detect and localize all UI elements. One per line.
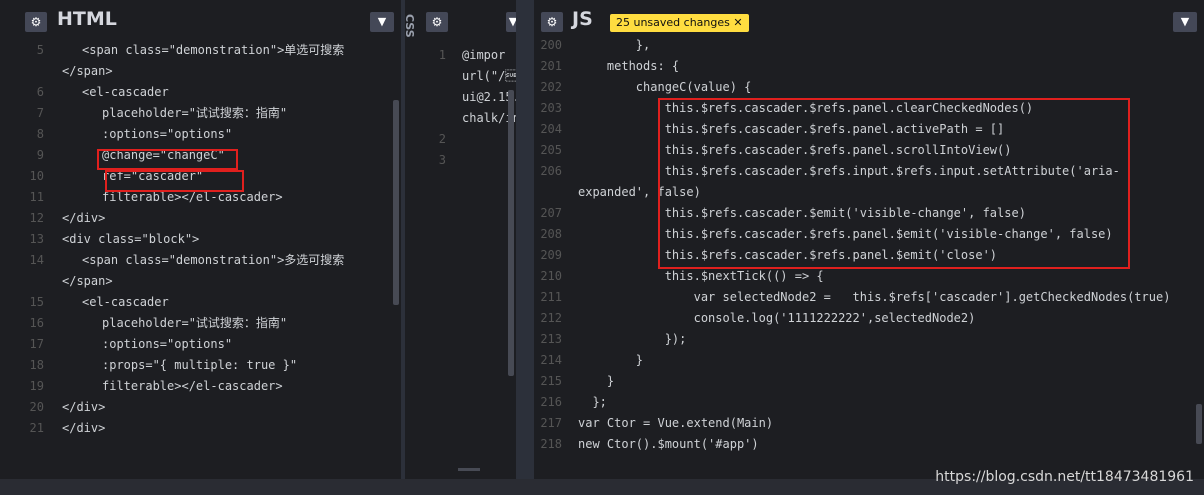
code-line[interactable]: :options="options" [102,124,232,145]
css-collapse-chevron-down-icon[interactable]: ▼ [506,12,516,32]
html-collapse-chevron-down-icon[interactable]: ▼ [370,12,394,32]
code-line[interactable]: url("/ [462,66,516,87]
code-line[interactable]: var Ctor = Vue.extend(Main) [578,413,773,434]
js-scrollbar[interactable] [1196,404,1202,444]
line-number: 11 [29,190,44,204]
line-number: 1 [438,48,446,62]
code-line[interactable]: changeC(value) { [578,77,752,98]
css-panel-header: ⚙ ▼ [418,0,516,40]
line-number: 3 [438,153,446,167]
line-number: 207 [540,206,562,220]
code-line[interactable]: <el-cascader [82,292,169,313]
line-number: 209 [540,248,562,262]
code-line[interactable]: }, [578,35,650,56]
js-panel-title: JS [572,8,593,30]
code-line[interactable]: <div class="block"> [62,229,199,250]
line-number: 19 [29,379,44,393]
code-line[interactable]: :props="{ multiple: true }" [102,355,297,376]
line-number: 210 [540,269,562,283]
code-line[interactable]: </div> [62,208,105,229]
line-number: 17 [29,337,44,351]
css-settings-gear-icon[interactable]: ⚙ [426,12,448,32]
code-line[interactable]: placeholder="试试搜索：指南" [102,103,287,124]
code-line[interactable]: }; [578,392,606,413]
js-collapse-chevron-down-icon[interactable]: ▼ [1173,12,1197,32]
line-number: 6 [36,85,44,99]
line-number: 217 [540,416,562,430]
code-line[interactable]: @impor [462,45,505,66]
css-vertical-label: CSS [403,14,416,38]
line-number: 200 [540,38,562,52]
code-line[interactable]: new Ctor().$mount('#app') [578,434,759,455]
code-line[interactable]: methods: { [578,56,679,77]
line-number: 9 [36,148,44,162]
css-editor-panel: ⚙ ▼ 1 @impor url("/ ui@2.15. chalk/in 2 3 [418,0,516,479]
code-line[interactable]: </div> [62,418,105,439]
line-number: 216 [540,395,562,409]
code-line[interactable]: placeholder="试试搜索：指南" [102,313,287,334]
line-number: 14 [29,253,44,267]
line-number: 5 [36,43,44,57]
code-line[interactable]: <span class="demonstration">多选可搜索 [82,250,344,271]
line-number: 211 [540,290,562,304]
js-settings-gear-icon[interactable]: ⚙ [541,12,563,32]
panel-divider-1[interactable] [401,0,405,495]
unsaved-changes-badge[interactable]: 25 unsaved changes ✕ [610,14,749,32]
code-line[interactable]: </span> [62,61,113,82]
code-line[interactable]: console.log('1111222222',selectedNode2) [578,308,976,329]
line-number: 201 [540,59,562,73]
line-number: 214 [540,353,562,367]
code-line[interactable]: <el-cascader [82,82,169,103]
line-number: 215 [540,374,562,388]
line-number: 16 [29,316,44,330]
highlight-box-ref [105,170,244,192]
line-number: 18 [29,358,44,372]
panel-divider-2[interactable] [516,0,534,495]
line-number: 7 [36,106,44,120]
line-number: 2 [438,132,446,146]
html-panel-title: HTML [57,8,117,30]
line-number: 20 [29,400,44,414]
line-number: 10 [29,169,44,183]
code-line[interactable]: :options="options" [102,334,232,355]
js-panel-header: ⚙ JS 25 unsaved changes ✕ ▼ [534,0,1204,40]
line-number: 202 [540,80,562,94]
css-code-area[interactable]: 1 @impor url("/ ui@2.15. chalk/in 2 3 [418,40,516,479]
line-number: 208 [540,227,562,241]
line-number: 8 [36,127,44,141]
line-number: 205 [540,143,562,157]
code-line[interactable]: var selectedNode2 = this.$refs['cascader… [578,287,1171,308]
line-number: 15 [29,295,44,309]
highlight-box-js-methods [658,98,1130,269]
html-settings-gear-icon[interactable]: ⚙ [25,12,47,32]
line-number: 13 [29,232,44,246]
line-number: 203 [540,101,562,115]
css-scrollbar[interactable] [508,90,514,376]
css-hscrollbar[interactable] [458,468,480,471]
code-line[interactable]: } [578,371,614,392]
line-number: 12 [29,211,44,225]
html-panel-header: ⚙ HTML ▼ [0,0,401,40]
html-code-area[interactable]: 5 <span class="demonstration">单选可搜索 </span… [0,40,401,479]
highlight-box-change [97,149,238,170]
code-line[interactable]: }); [578,329,687,350]
line-number: 213 [540,332,562,346]
code-line[interactable]: } [578,350,643,371]
html-scrollbar[interactable] [393,100,399,305]
line-number: 204 [540,122,562,136]
code-line[interactable]: </div> [62,397,105,418]
line-number: 206 [540,164,562,178]
code-line[interactable]: filterable></el-cascader> [102,376,283,397]
code-line[interactable]: <span class="demonstration">单选可搜索 [82,40,344,61]
line-number: 212 [540,311,562,325]
watermark: https://blog.csdn.net/tt18473481961 [935,469,1194,485]
line-number: 218 [540,437,562,451]
code-line[interactable]: this.$nextTick(() => { [578,266,824,287]
html-editor-panel: ⚙ HTML ▼ 5 <span class="demonstration">单选… [0,0,401,479]
code-line[interactable]: </span> [62,271,113,292]
line-number: 21 [29,421,44,435]
